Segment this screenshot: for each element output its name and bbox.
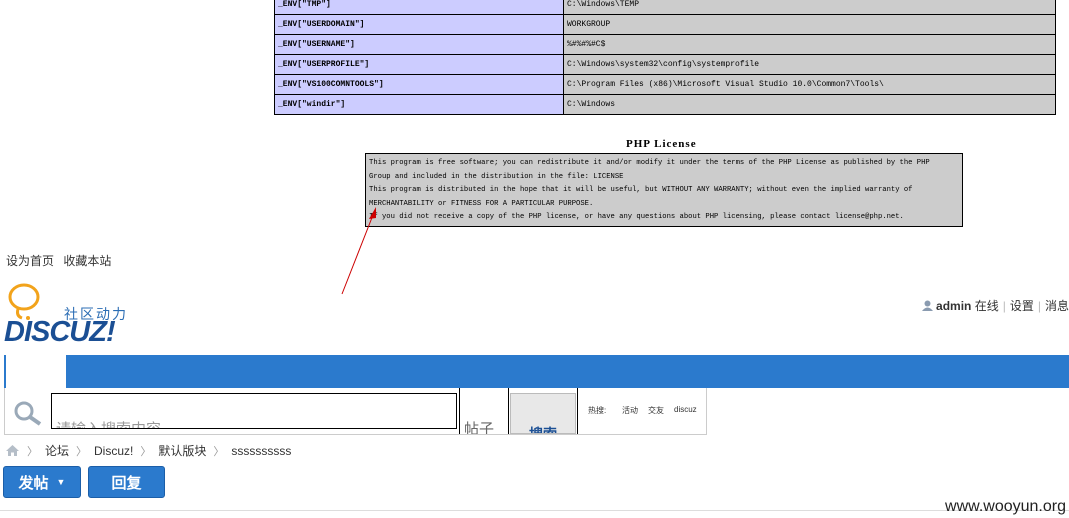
reply-label: 回复 xyxy=(111,474,142,492)
settings-link[interactable]: 设置 xyxy=(1010,299,1034,313)
env-value: C:\Program Files (x86)\Microsoft Visual … xyxy=(563,74,1056,95)
env-key: _ENV["USERDOMAIN"] xyxy=(274,14,564,35)
license-title: PHP License xyxy=(626,138,697,150)
chevron-right-icon: 〉 xyxy=(27,445,38,458)
breadcrumb: 〉 论坛 〉 Discuz! 〉 默认版块 〉 ssssssssss xyxy=(5,442,291,459)
search-button[interactable]: 搜索 xyxy=(510,393,576,434)
user-icon xyxy=(921,300,933,311)
hot-tag[interactable]: 活动 xyxy=(622,405,638,416)
chevron-right-icon: 〉 xyxy=(140,445,152,458)
bookmark-link[interactable]: 收藏本站 xyxy=(63,254,111,268)
search-icon xyxy=(14,401,42,426)
breadcrumb-item[interactable]: ssssssssss xyxy=(231,444,291,458)
env-key: _ENV["windir"] xyxy=(274,94,564,115)
logo-wordmark: DISCUZ! xyxy=(4,316,116,348)
messages-link[interactable]: 消息 xyxy=(1045,299,1069,313)
username-link[interactable]: admin xyxy=(936,299,971,313)
license-line: Group and included in the distribution i… xyxy=(369,172,624,181)
hot-search-tags: 热搜: 活动 交友 discuz xyxy=(577,388,706,434)
chevron-right-icon: 〉 xyxy=(213,445,225,458)
env-key: _ENV["VS100COMNTOOLS"] xyxy=(274,74,564,95)
license-line: This program is free software; you can r… xyxy=(369,159,930,167)
env-value: %#%#%#C$ xyxy=(563,34,1056,55)
online-status[interactable]: 在线 xyxy=(975,299,999,313)
env-value: WORKGROUP xyxy=(563,14,1056,35)
search-input[interactable]: 请输入搜索内容 xyxy=(51,393,457,429)
env-value: C:\Windows\system32\config\systemprofile xyxy=(563,54,1056,75)
nav-item-active[interactable] xyxy=(6,355,66,388)
env-key: _ENV["USERPROFILE"] xyxy=(274,54,564,75)
divider xyxy=(0,510,1069,511)
license-box: This program is free software; you can r… xyxy=(365,153,963,227)
license-line: This program is distributed in the hope … xyxy=(369,186,913,194)
reply-button[interactable]: 回复 xyxy=(88,466,165,498)
license-line: MERCHANTABILITY or FITNESS FOR A PARTICU… xyxy=(369,199,594,208)
table-row: _ENV["USERDOMAIN"] WORKGROUP xyxy=(274,14,1056,35)
hot-tag[interactable]: 交友 xyxy=(648,405,664,416)
license-line: If you did not receive a copy of the PHP… xyxy=(369,213,904,221)
table-row: _ENV["USERPROFILE"] C:\Windows\system32\… xyxy=(274,54,1056,75)
hot-search-label: 热搜: xyxy=(588,406,607,415)
table-row: _ENV["TMP"] C:\Windows\TEMP xyxy=(274,0,1056,15)
breadcrumb-item[interactable]: 论坛 xyxy=(45,442,69,459)
user-info: admin 在线 | 设置 | 消息 xyxy=(921,297,1069,314)
env-key: _ENV["TMP"] xyxy=(274,0,564,15)
env-value: C:\Windows xyxy=(563,94,1056,115)
top-links: 设为首页 收藏本站 xyxy=(6,252,117,269)
table-row: _ENV["VS100COMNTOOLS"] C:\Program Files … xyxy=(274,74,1056,95)
main-nav-bar xyxy=(4,355,1069,388)
hot-tag[interactable]: discuz xyxy=(674,405,697,414)
breadcrumb-item[interactable]: Discuz! xyxy=(94,444,133,458)
table-row: _ENV["windir"] C:\Windows xyxy=(274,94,1056,115)
chevron-right-icon: 〉 xyxy=(76,445,88,458)
table-row: _ENV["USERNAME"] %#%#%#C$ xyxy=(274,34,1056,55)
home-icon[interactable] xyxy=(5,444,20,457)
site-logo[interactable]: 社区动力 DISCUZ! xyxy=(4,282,139,348)
env-value: C:\Windows\TEMP xyxy=(563,0,1056,15)
search-area: 请输入搜索内容 帖子 搜索 热搜: 活动 交友 discuz xyxy=(4,388,707,435)
env-variables-table: _ENV["TMP"] C:\Windows\TEMP _ENV["USERDO… xyxy=(274,0,1056,115)
env-key: _ENV["USERNAME"] xyxy=(274,34,564,55)
set-home-link[interactable]: 设为首页 xyxy=(6,254,54,268)
watermark: www.wooyun.org xyxy=(945,498,1066,515)
caret-down-icon: ▼ xyxy=(56,477,66,487)
search-type-select[interactable]: 帖子 xyxy=(459,388,509,434)
new-post-button[interactable]: 发帖 ▼ xyxy=(3,466,81,498)
new-post-label: 发帖 xyxy=(18,474,49,492)
breadcrumb-item[interactable]: 默认版块 xyxy=(158,442,206,459)
